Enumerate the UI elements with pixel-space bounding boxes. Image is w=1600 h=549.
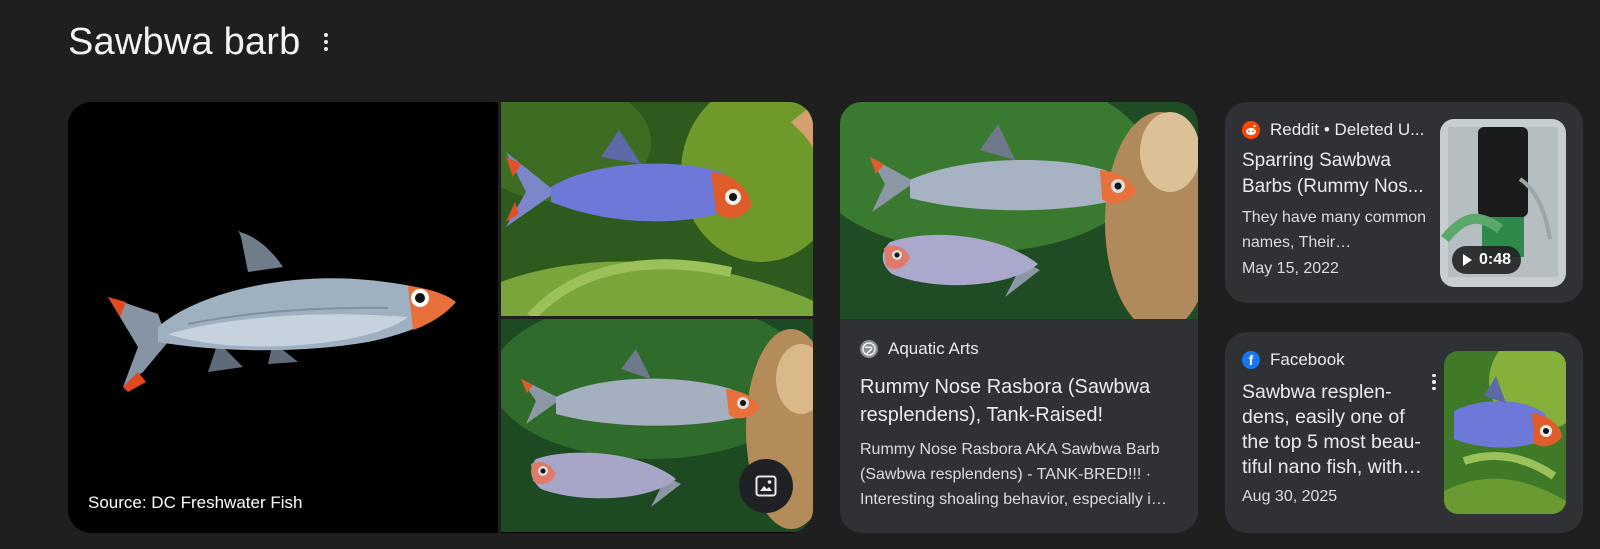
facebook-icon: f bbox=[1242, 351, 1260, 369]
image-source-label: Source: DC Freshwater Fish bbox=[88, 493, 303, 512]
facebook-card[interactable]: f Facebook Sawbwa resplen-dens, easily o… bbox=[1225, 332, 1583, 533]
image-icon bbox=[755, 475, 777, 497]
video-duration-badge: 0:48 bbox=[1452, 246, 1522, 274]
aquatic-arts-site-name: Aquatic Arts bbox=[888, 339, 979, 358]
globe-icon bbox=[860, 340, 878, 358]
facebook-title[interactable]: Sawbwa resplen-dens, easily one of the t… bbox=[1242, 380, 1432, 480]
facebook-thumbnail[interactable] bbox=[1444, 351, 1566, 514]
reddit-card[interactable]: Reddit • Deleted U... Sparring Sawbwa Ba… bbox=[1225, 102, 1583, 303]
reddit-video-thumbnail[interactable]: 0:48 bbox=[1440, 119, 1566, 287]
aquatic-arts-card[interactable]: Aquatic Arts Rummy Nose Rasbora (Sawbwa … bbox=[840, 102, 1198, 533]
blue-fish-image[interactable] bbox=[501, 102, 813, 316]
facebook-site-name: Facebook bbox=[1270, 350, 1345, 369]
facebook-source[interactable]: f Facebook bbox=[1242, 350, 1432, 370]
main-fish-image[interactable]: Source: DC Freshwater Fish bbox=[68, 102, 498, 533]
reddit-snippet: They have many common names, Their… bbox=[1242, 209, 1427, 251]
rummy-nose-image[interactable] bbox=[501, 316, 813, 533]
page-title: Sawbwa barb bbox=[68, 20, 301, 63]
more-options-icon[interactable] bbox=[314, 30, 338, 54]
reddit-date: May 15, 2022 bbox=[1242, 260, 1339, 277]
reddit-title[interactable]: Sparring Sawbwa Barbs (Rummy Nos... bbox=[1242, 148, 1432, 200]
reddit-icon bbox=[1242, 121, 1260, 139]
side-image-column bbox=[498, 102, 813, 533]
title-row: Sawbwa barb bbox=[68, 16, 338, 68]
facebook-more-options-icon[interactable] bbox=[1422, 370, 1446, 394]
image-gallery-button[interactable] bbox=[739, 459, 793, 513]
video-duration: 0:48 bbox=[1479, 251, 1512, 268]
aquatic-arts-thumbnail bbox=[840, 102, 1198, 319]
reddit-site-name: Reddit • Deleted U... bbox=[1270, 120, 1425, 139]
aquatic-arts-snippet: Rummy Nose Rasbora AKA Sawbwa Barb (Sawb… bbox=[860, 441, 1167, 508]
aquatic-arts-source[interactable]: Aquatic Arts bbox=[860, 339, 1178, 359]
play-icon bbox=[1463, 254, 1472, 266]
reddit-source[interactable]: Reddit • Deleted U... bbox=[1242, 120, 1432, 140]
aquatic-arts-title[interactable]: Rummy Nose Rasbora (Sawbwa resplendens),… bbox=[860, 373, 1178, 429]
image-collage[interactable]: Source: DC Freshwater Fish bbox=[68, 102, 813, 533]
facebook-date: Aug 30, 2025 bbox=[1242, 488, 1338, 505]
